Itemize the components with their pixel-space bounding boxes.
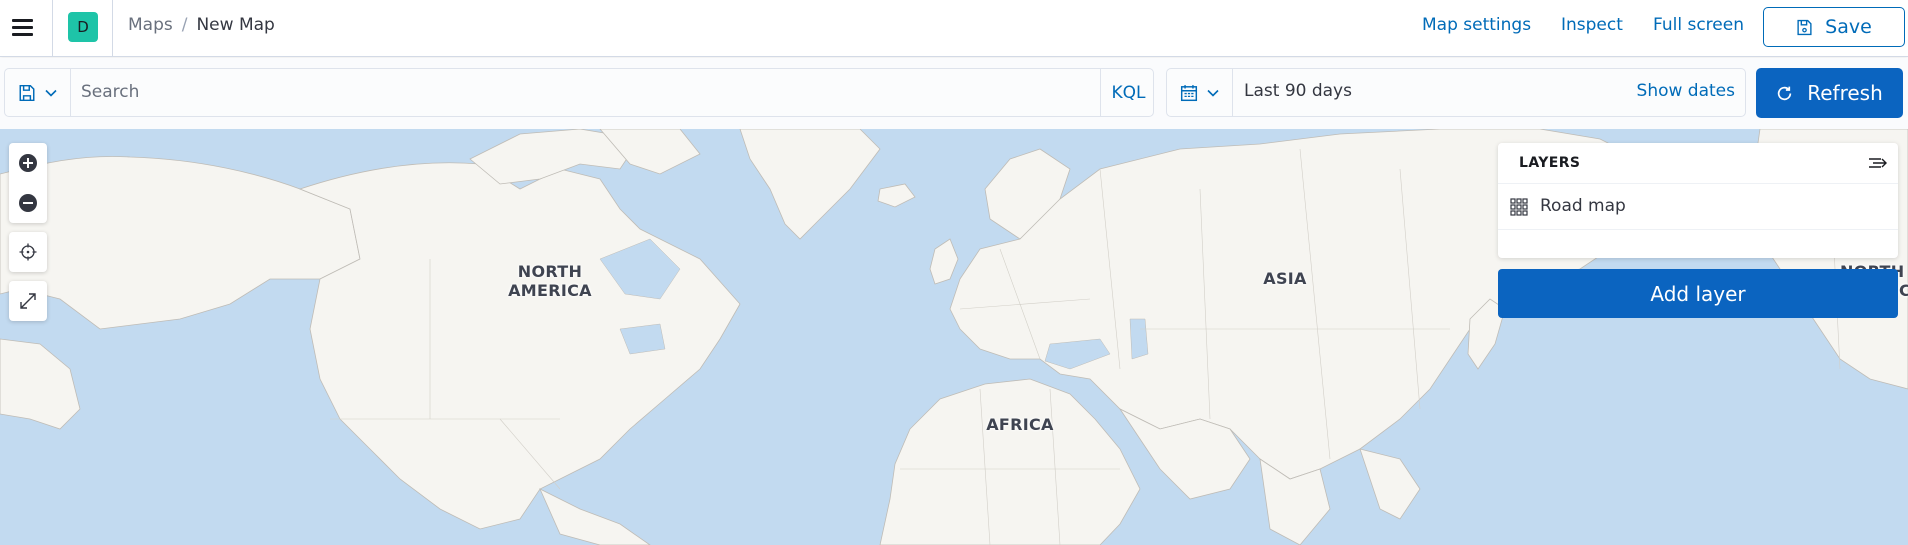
zoom-in-icon — [19, 154, 37, 172]
date-picker: Last 90 days Show dates — [1166, 68, 1746, 117]
crosshair-icon — [19, 243, 37, 261]
zoom-out-icon — [19, 194, 37, 212]
expand-icon — [20, 293, 36, 309]
layers-panel-header: LAYERS — [1498, 143, 1898, 184]
chevron-down-icon — [44, 89, 57, 97]
add-layer-button[interactable]: Add layer — [1498, 269, 1898, 318]
calendar-icon — [1180, 84, 1197, 101]
breadcrumb-maps[interactable]: Maps — [128, 15, 173, 35]
collapse-icon — [1869, 158, 1887, 168]
menu-icon[interactable] — [10, 14, 36, 40]
query-bar: KQL Last 90 days Show dates — [0, 58, 1908, 129]
chevron-down-icon — [1206, 89, 1219, 97]
saved-query-icon — [19, 84, 34, 101]
saved-query-menu[interactable] — [5, 69, 71, 116]
header-divider — [52, 0, 53, 57]
breadcrumb: Maps / New Map — [128, 15, 275, 35]
space-avatar[interactable]: D — [68, 12, 98, 42]
grid-icon — [1510, 198, 1528, 216]
inspect-link[interactable]: Inspect — [1561, 15, 1623, 35]
fit-bounds-control — [9, 281, 47, 321]
save-button[interactable]: Save — [1763, 7, 1905, 47]
set-view-button[interactable] — [9, 232, 47, 272]
search-input[interactable] — [81, 82, 1081, 102]
refresh-icon — [1778, 86, 1792, 100]
full-screen-link[interactable]: Full screen — [1653, 15, 1744, 35]
map-settings-link[interactable]: Map settings — [1422, 15, 1531, 35]
breadcrumb-separator: / — [181, 15, 188, 35]
refresh-button[interactable]: Refresh — [1756, 68, 1903, 118]
label-africa: AFRICA — [986, 415, 1054, 434]
date-range-label[interactable]: Last 90 days — [1244, 81, 1352, 101]
layer-item[interactable]: Road map — [1498, 184, 1898, 230]
layers-title: LAYERS — [1519, 155, 1581, 171]
layer-name: Road map — [1540, 196, 1626, 216]
set-view-control — [9, 232, 47, 272]
zoom-in-button[interactable] — [9, 143, 47, 183]
label-asia: ASIA — [1263, 269, 1307, 288]
label-north-america: NORTH AMERICA — [508, 262, 592, 300]
save-icon — [1797, 19, 1812, 35]
header-divider — [112, 0, 113, 57]
layers-panel: LAYERS Road map — [1498, 143, 1898, 258]
date-quick-menu[interactable] — [1167, 69, 1233, 116]
zoom-out-button[interactable] — [9, 183, 47, 223]
save-label: Save — [1825, 16, 1872, 38]
search-bar: KQL — [4, 68, 1154, 117]
top-header: D Maps / New Map Map settings Inspect Fu… — [0, 0, 1908, 57]
fit-to-data-button[interactable] — [9, 281, 47, 321]
query-language-button[interactable]: KQL — [1100, 69, 1156, 116]
refresh-label: Refresh — [1807, 81, 1883, 105]
show-dates-link[interactable]: Show dates — [1637, 81, 1735, 101]
breadcrumb-current: New Map — [196, 15, 275, 35]
zoom-controls — [9, 143, 47, 223]
collapse-panel-button[interactable] — [1868, 155, 1888, 175]
